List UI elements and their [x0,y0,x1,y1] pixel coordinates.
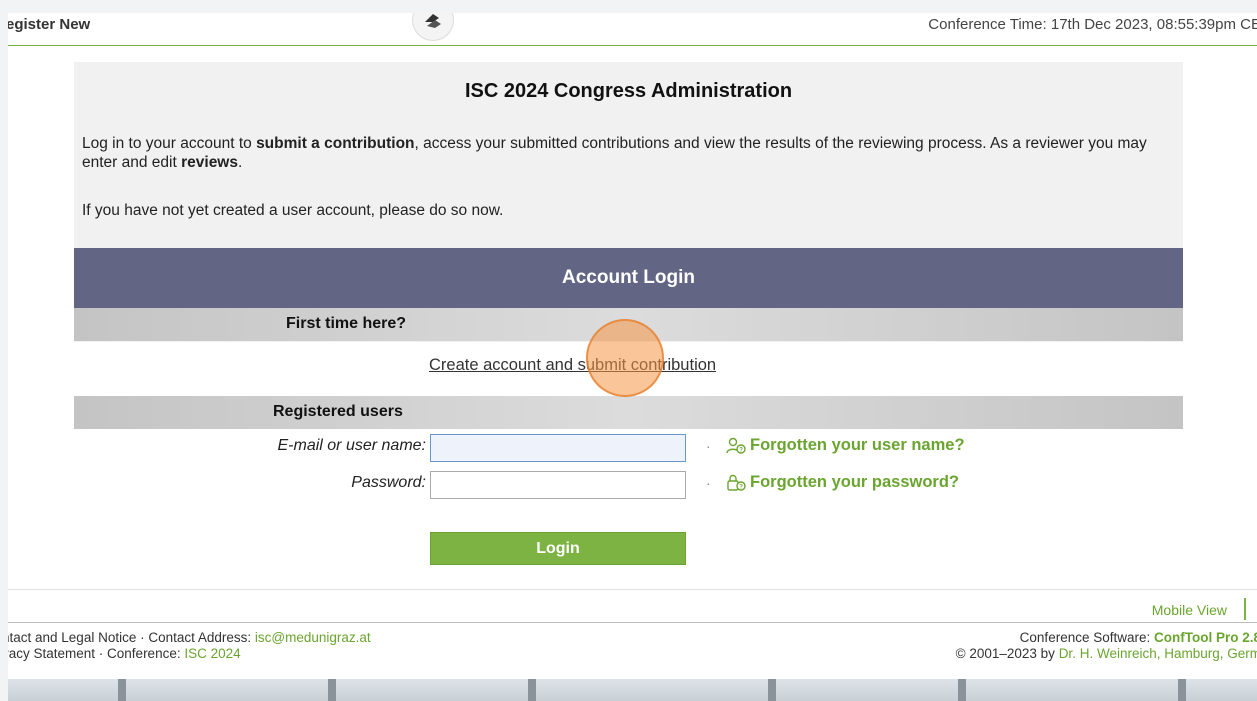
footer-divider [8,622,1257,623]
footer-left: ntact and Legal Notice · Contact Address… [8,630,371,662]
separator-dot: · [706,438,711,454]
create-account-row: Create account and submit contribution [74,342,1183,396]
account-login-title: Account Login [562,267,695,288]
conftool-link[interactable]: ConfTool Pro 2.8 [1154,630,1257,645]
register-new-link[interactable]: egister New [8,16,90,33]
create-account-link[interactable]: Create account and submit contribution [429,356,716,375]
footer-text: Conference Software: [1019,630,1154,645]
page-frame: egister New Conference Time: 17th Dec 20… [8,13,1257,701]
forgot-username-label: Forgotten your user name? [750,436,965,454]
forgot-password-label: Forgotten your password? [750,473,960,491]
first-time-bar: First time here? [74,308,1183,341]
footer-text[interactable]: ntact and Legal Notice · Contact Address… [8,630,255,645]
top-header: egister New Conference Time: 17th Dec 20… [8,13,1257,46]
footer-divider [8,589,1257,590]
background-post [528,679,536,701]
footer-text: © 2001–2023 by [955,646,1059,661]
forgot-password-link[interactable]: ? Forgotten your password? [726,473,959,492]
background-post [328,679,336,701]
password-label: Password: [351,474,426,491]
email-label: E-mail or user name: [277,437,427,454]
intro-text: Log in to your account to submit a contr… [82,134,1162,172]
login-form: E-mail or user name: · ? Forgotten your … [74,429,1183,580]
user-help-icon: ? [726,437,746,454]
contact-email-link[interactable]: isc@medunigraz.at [255,630,371,645]
background-image-strip [8,679,1257,701]
registered-users-bar: Registered users [74,396,1183,429]
site-logo-icon [412,13,454,41]
footer-contact-line: ntact and Legal Notice · Contact Address… [8,630,371,646]
account-login-heading: Account Login [74,248,1183,308]
page-title: ISC 2024 Congress Administration [464,80,793,102]
lock-help-icon: ? [727,474,746,491]
conference-link[interactable]: ISC 2024 [184,646,240,661]
first-time-label: First time here? [286,315,407,332]
intro-text-bold: submit a contribution [256,135,415,152]
footer-software-line: Conference Software: ConfTool Pro 2.8 [956,630,1257,646]
conference-time: Conference Time: 17th Dec 2023, 08:55:39… [928,16,1257,33]
svg-text:?: ? [739,447,743,453]
background-post [1178,679,1186,701]
svg-text:?: ? [739,484,743,490]
background-post [118,679,126,701]
mobile-view-link[interactable]: Mobile View [1152,602,1227,618]
intro-create-account-text: If you have not yet created a user accou… [82,202,504,219]
footer-privacy-line: vacy Statement · Conference: ISC 2024 [8,646,371,662]
author-link[interactable]: Dr. H. Weinreich, Hamburg, Germ [1059,646,1257,661]
separator-dot: · [706,475,711,491]
intro-text-part: . [238,154,243,171]
intro-text-bold: reviews [181,154,238,171]
background-post [958,679,966,701]
intro-text-part: Log in to your account to [82,135,257,152]
registered-users-label: Registered users [273,403,403,420]
login-panel: ISC 2024 Congress Administration Log in … [74,62,1183,580]
background-post [768,679,776,701]
login-button[interactable]: Login [430,532,686,565]
password-field[interactable] [430,471,686,499]
footer-right: Conference Software: ConfTool Pro 2.8 © … [956,630,1257,662]
forgot-username-link[interactable]: ? Forgotten your user name? [726,436,965,455]
footer-text[interactable]: vacy Statement · Conference: [8,646,184,661]
mobile-view-marker [1244,598,1246,620]
email-field[interactable] [430,434,686,462]
footer-copyright-line: © 2001–2023 by Dr. H. Weinreich, Hamburg… [956,646,1257,662]
